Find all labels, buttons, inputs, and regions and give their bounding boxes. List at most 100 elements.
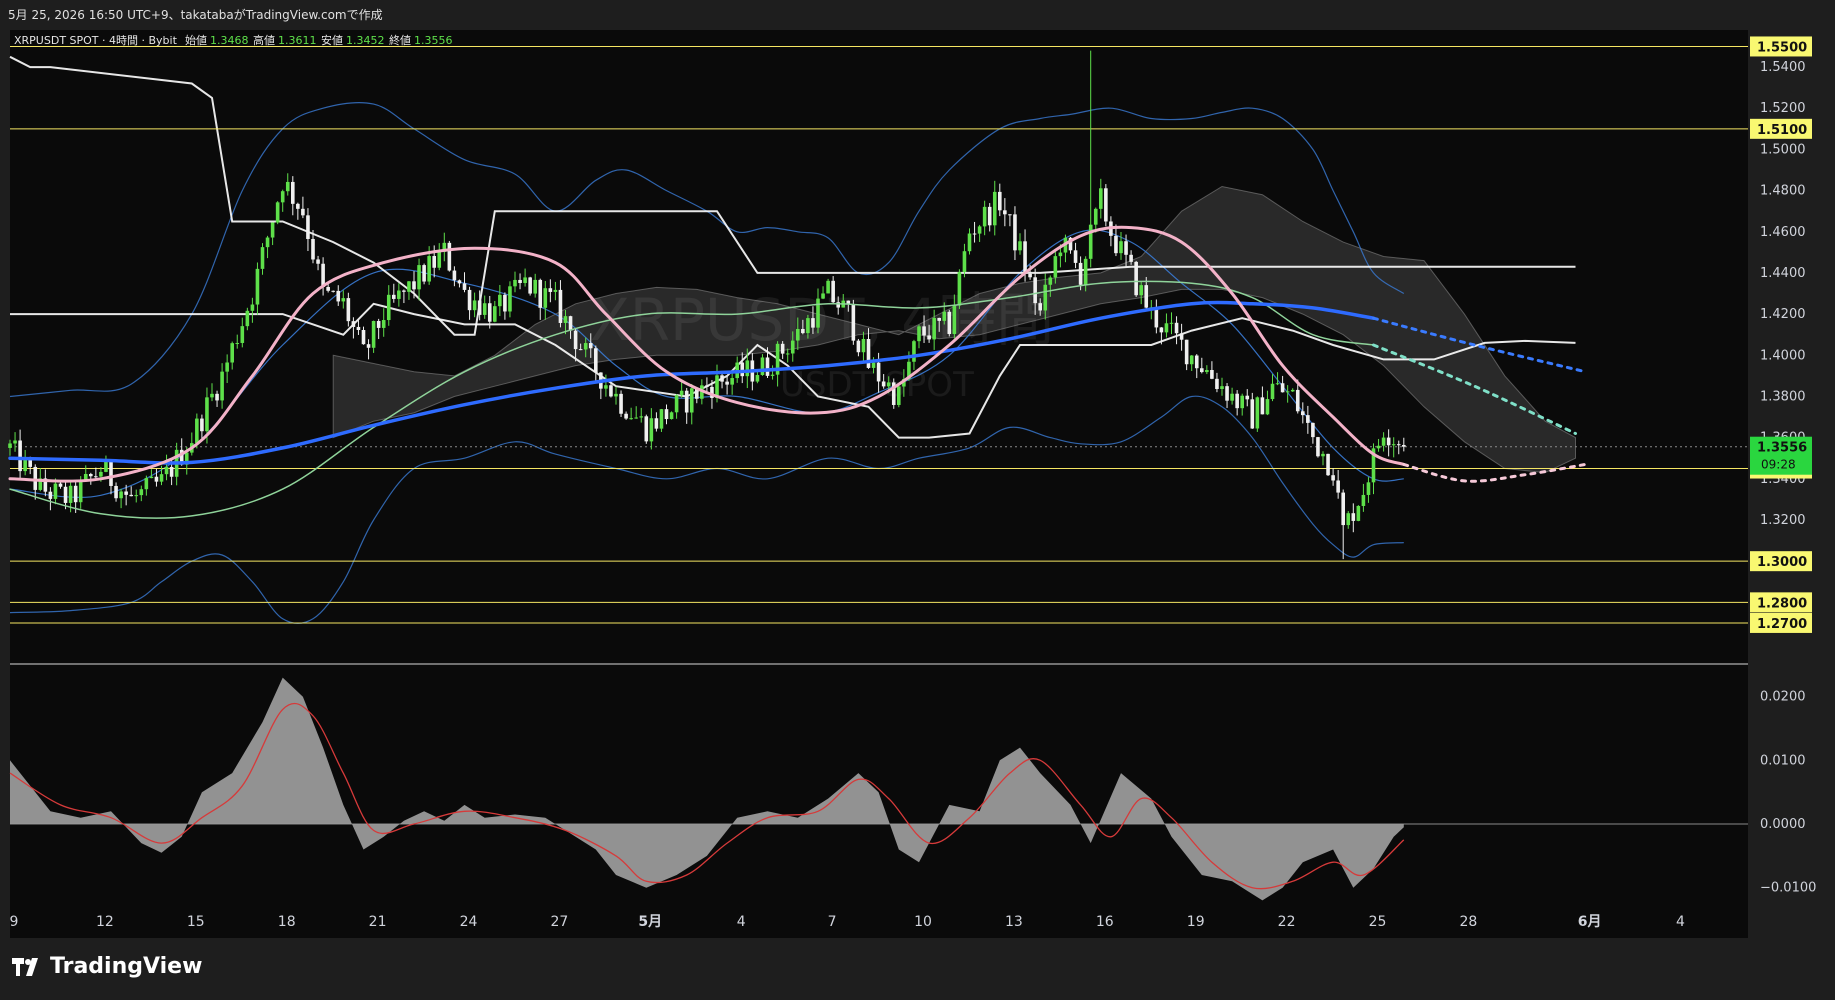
y-tick-label: 1.5000 (1760, 142, 1806, 157)
candle-body (230, 343, 234, 363)
candle-body (634, 417, 638, 419)
candle-body (1184, 339, 1189, 365)
candle-body (1058, 252, 1063, 257)
candle-body (336, 290, 341, 302)
candle-body (68, 485, 73, 503)
candle-body (897, 386, 901, 405)
candle-body (583, 343, 588, 350)
candle-body (58, 483, 63, 487)
candle-body (245, 310, 250, 327)
candle-body (1200, 368, 1204, 373)
candle-body (311, 238, 315, 260)
candle-body (1215, 378, 1219, 389)
candle-body (1225, 386, 1229, 401)
candle-body (538, 279, 543, 308)
candle-body (1194, 355, 1199, 369)
candle-body (548, 288, 553, 292)
x-tick-label: 21 (369, 914, 387, 930)
candle-body (275, 202, 280, 223)
candle-body (291, 181, 295, 204)
candle-body (982, 206, 987, 227)
candle-body (104, 460, 108, 472)
x-tick-label: 4 (1676, 914, 1685, 930)
candle-body (821, 293, 825, 299)
candle-body (1386, 437, 1391, 446)
x-tick-label: 5月 (638, 914, 662, 930)
candle-body (270, 222, 275, 238)
candle-body (1376, 445, 1381, 449)
candle-body (1023, 241, 1027, 274)
candle-body (760, 357, 765, 376)
candle-body (159, 474, 164, 482)
legend-high-value: 1.3611 (278, 34, 317, 47)
candle-body (1255, 397, 1260, 429)
candle-body (659, 409, 664, 429)
candle-body (654, 418, 659, 429)
candle-body (255, 268, 260, 305)
candle-body (1321, 453, 1325, 457)
candle-body (644, 416, 649, 442)
chart-canvas[interactable]: XRPUSDT, 4時間 USDT SPOT 1.54001.52001.500… (0, 0, 1835, 940)
candle-body (371, 320, 376, 348)
candle-body (937, 317, 941, 321)
candle-body (917, 326, 921, 342)
oscillator-y-tick: 0.0200 (1760, 690, 1806, 705)
candle-body (225, 362, 229, 372)
candle-body (114, 485, 118, 499)
candle-body (745, 360, 750, 377)
candle-body (13, 440, 17, 444)
candle-body (1008, 214, 1012, 216)
candle-body (1341, 492, 1345, 526)
x-tick-label: 6月 (1578, 914, 1602, 930)
candle-body (235, 342, 240, 344)
candle-body (1078, 262, 1083, 285)
candle-body (94, 476, 98, 478)
candle-body (326, 286, 330, 291)
candle-body (1159, 327, 1164, 333)
y-tick-label: 1.4600 (1760, 225, 1806, 240)
candle-body (462, 283, 467, 290)
candle-body (922, 326, 926, 336)
level-badge-label: 1.2800 (1757, 596, 1807, 611)
candle-body (871, 362, 876, 368)
candle-body (558, 289, 563, 323)
candle-body (1311, 422, 1315, 438)
x-tick-label: 25 (1369, 914, 1387, 930)
candle-body (977, 226, 982, 234)
x-tick-label: 10 (914, 914, 932, 930)
candle-body (831, 280, 835, 303)
candle-body (467, 289, 472, 311)
candle-body (1179, 333, 1184, 340)
tradingview-logo[interactable]: TradingView (12, 954, 202, 979)
candle-body (356, 326, 361, 331)
candle-body (1351, 513, 1356, 521)
candle-body (1088, 224, 1093, 259)
candle-body (386, 294, 391, 321)
legend-symbol: XRPUSDT SPOT · 4時間 · Bybit (14, 34, 178, 47)
candle-body (280, 191, 285, 203)
candle-body (1119, 241, 1123, 254)
candle-body (720, 375, 724, 382)
candle-body (240, 326, 245, 343)
candle-body (285, 181, 290, 192)
candle-body (1396, 444, 1401, 446)
candle-body (1073, 250, 1078, 263)
candle-body (806, 318, 810, 334)
level-badge-label: 1.5100 (1757, 123, 1807, 138)
y-tick-label: 1.4000 (1760, 348, 1806, 363)
candle-body (139, 489, 144, 496)
candle-body (1331, 475, 1335, 481)
oscillator-y-tick: 0.0000 (1760, 817, 1806, 832)
candle-body (361, 330, 366, 345)
candle-body (63, 486, 68, 503)
candle-body (1245, 395, 1250, 400)
candle-body (200, 418, 204, 432)
candle-body (1290, 389, 1295, 392)
candle-body (725, 381, 729, 385)
candle-body (392, 294, 396, 299)
candle-body (89, 473, 93, 477)
candle-body (952, 305, 957, 335)
candle-body (811, 318, 815, 328)
candle-body (967, 233, 972, 252)
candle-body (1104, 188, 1108, 222)
